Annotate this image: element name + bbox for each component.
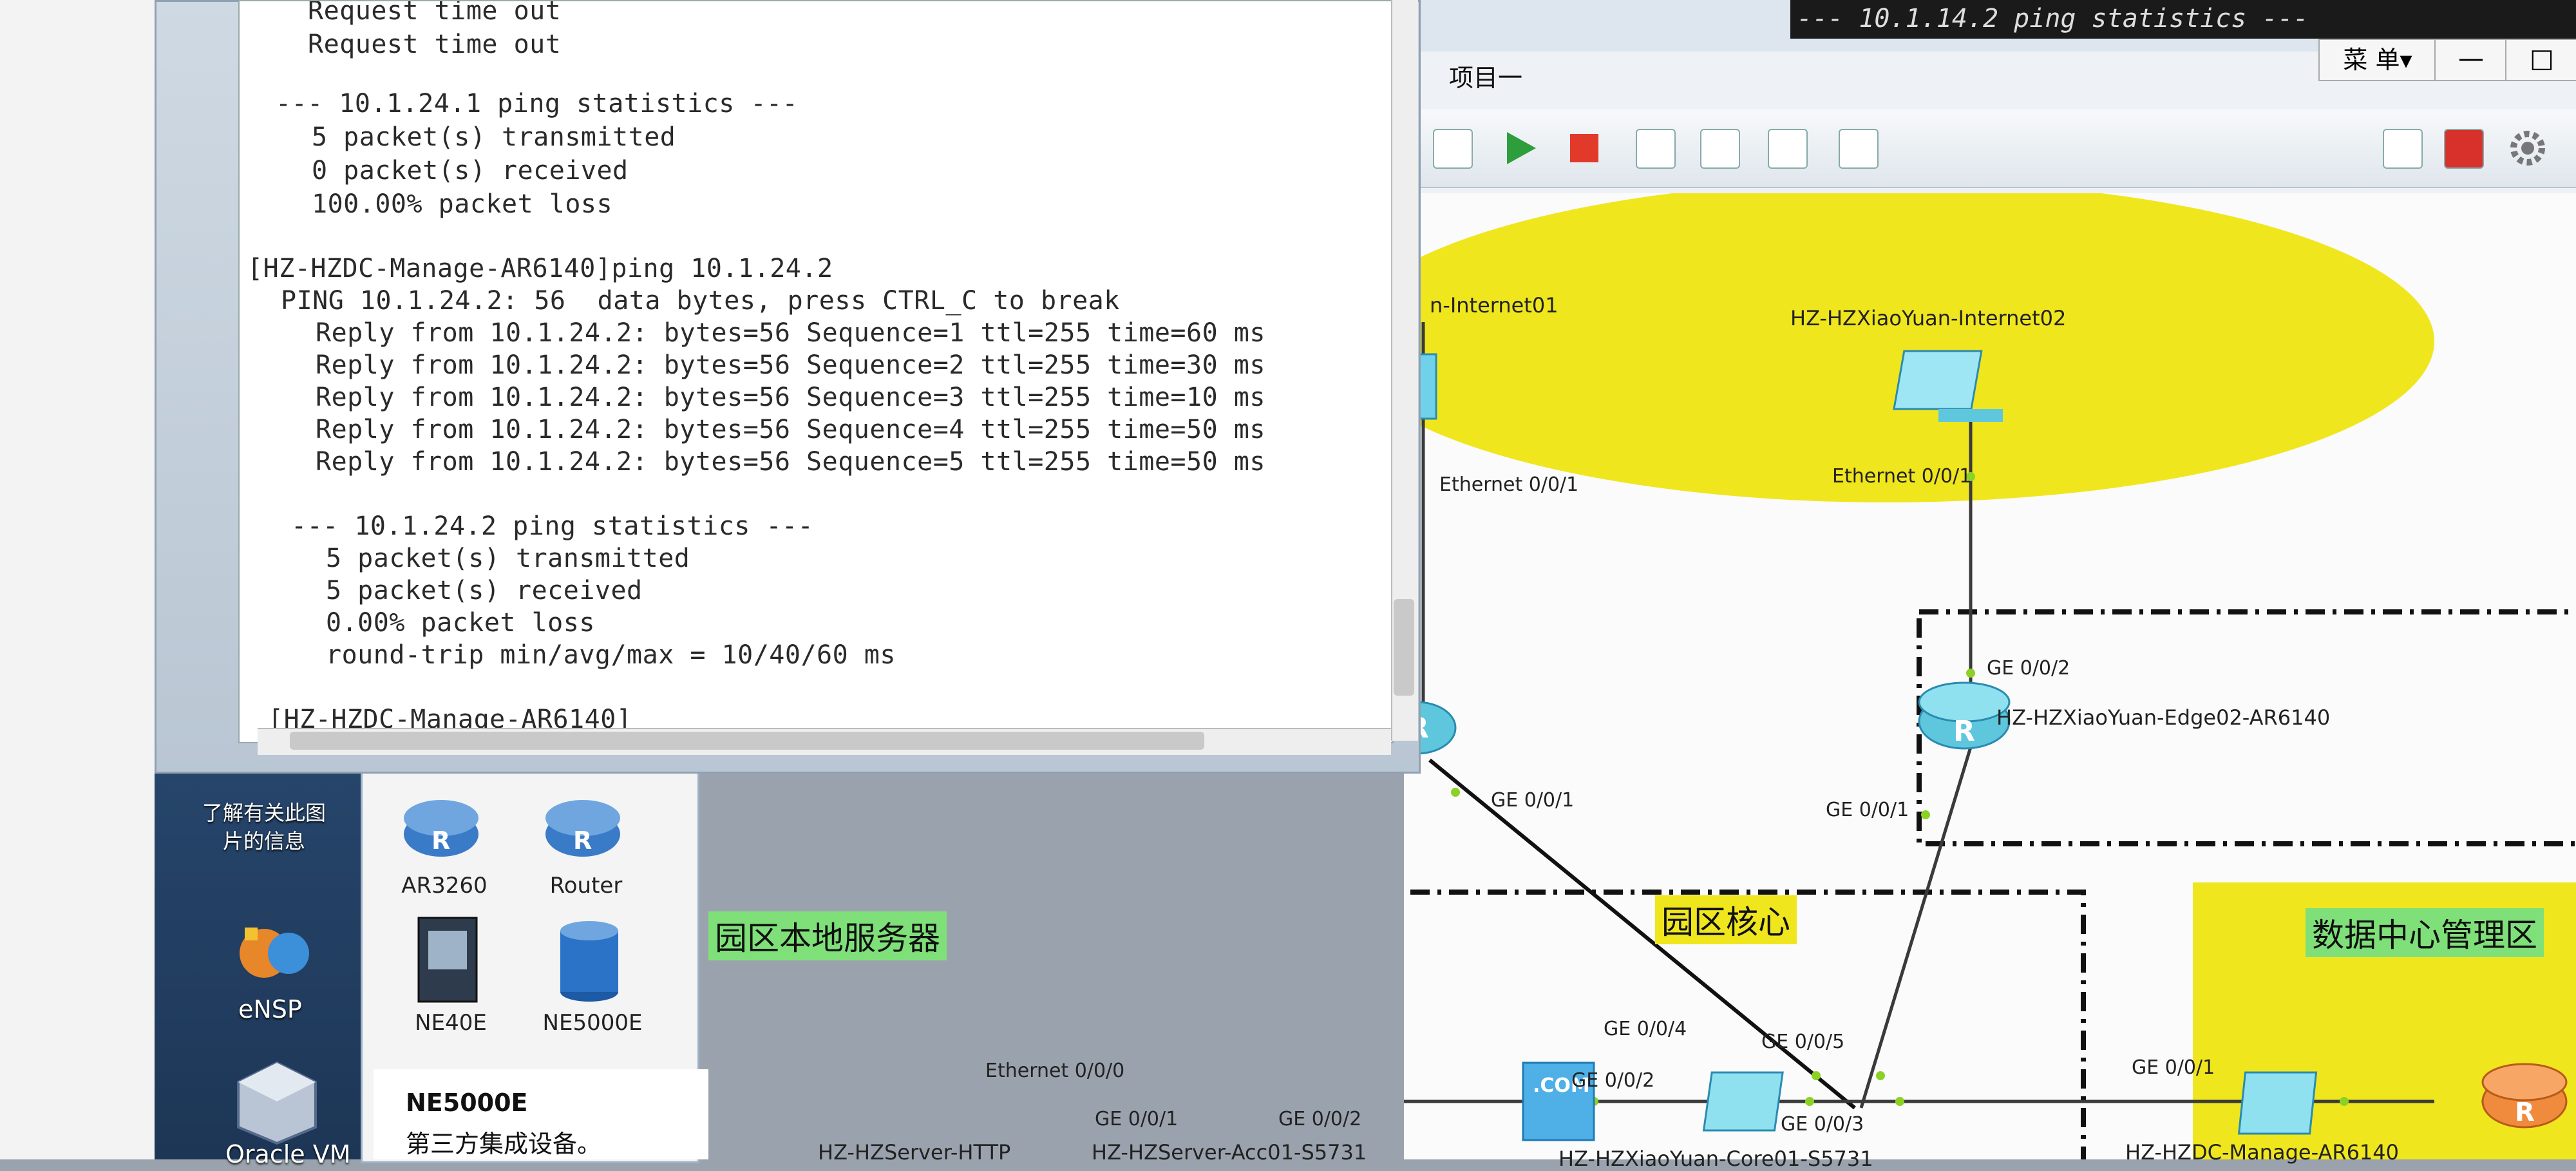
cli-line: [HZ-HZDC-Manage-AR6140]ping 10.1.24.2	[247, 254, 833, 283]
layout-icon[interactable]	[1768, 129, 1808, 169]
port-label: GE 0/0/2	[1571, 1069, 1655, 1092]
core-switch-icon	[2237, 1071, 2318, 1135]
cli-line: Reply from 10.1.24.2: bytes=56 Sequence=…	[316, 447, 1265, 477]
desktop-info-label[interactable]: 了解有关此图片的信息	[193, 799, 335, 855]
port-label: GE 0/0/5	[1761, 1031, 1845, 1053]
cli-line: Reply from 10.1.24.2: bytes=56 Sequence=…	[316, 318, 1265, 348]
server-http-label: HZ-HZServer-HTTP	[818, 1140, 1011, 1165]
cli-horizontal-scroll-thumb[interactable]	[290, 732, 1204, 750]
cli-line: round-trip min/avg/max = 10/40/60 ms	[326, 640, 896, 670]
cli-console[interactable]: Request time out Request time out --- 10…	[238, 0, 1394, 743]
internet01-label: n-Internet01	[1430, 293, 1558, 318]
huawei-icon[interactable]	[2444, 129, 2484, 169]
port-label: Ethernet 0/0/1	[1832, 465, 1972, 488]
edge02-router-icon: R	[1918, 681, 2011, 750]
cli-line: 5 packet(s) received	[326, 576, 643, 605]
dc-router-icon: R	[2481, 1063, 2568, 1128]
gear-icon[interactable]	[2505, 126, 2550, 171]
cli-line: 100.00% packet loss	[312, 189, 613, 219]
cli-line: 5 packet(s) transmitted	[326, 544, 690, 573]
topology-icon[interactable]	[1433, 129, 1473, 169]
port-label: GE 0/0/1	[1095, 1108, 1179, 1130]
core-switch-label: HZ-HZXiaoYuan-Core01-S5731	[1558, 1147, 1873, 1171]
port-label: GE 0/0/1	[1826, 799, 1909, 821]
start-icon[interactable]	[1501, 129, 1539, 167]
internet02-label: HZ-HZXiaoYuan-Internet02	[1790, 306, 2067, 330]
port-label: Ethernet 0/0/0	[985, 1060, 1125, 1082]
ensp-desktop-label: eNSP	[238, 995, 302, 1023]
panel-icon[interactable]	[1839, 129, 1879, 169]
zone-server-title: 园区本地服务器	[708, 911, 947, 960]
cli-line: Reply from 10.1.24.2: bytes=56 Sequence=…	[316, 415, 1265, 444]
sort-icon[interactable]	[1700, 129, 1740, 169]
feedback-icon[interactable]	[2383, 129, 2423, 169]
cli-line: PING 10.1.24.2: 56 data bytes, press CTR…	[281, 286, 1120, 316]
svg-text:R: R	[431, 826, 450, 855]
stop-icon[interactable]	[1568, 132, 1600, 164]
cli-line: 5 packet(s) transmitted	[312, 122, 676, 152]
cli-line: Request time out	[308, 30, 562, 59]
virtualbox-label: Oracle VM	[225, 1140, 351, 1168]
cli-line: --- 10.1.24.2 ping statistics ---	[291, 511, 814, 541]
capture-icon[interactable]	[1636, 129, 1676, 169]
port-label: GE 0/0/3	[1781, 1113, 1864, 1136]
cli-line: --- 10.1.24.1 ping statistics ---	[276, 89, 799, 119]
cli-vertical-scroll-thumb[interactable]	[1394, 599, 1414, 696]
minimize-button[interactable]: —	[2434, 39, 2508, 81]
ensp-desktop-icon[interactable]	[232, 915, 322, 992]
port-label: GE 0/0/2	[1987, 657, 2070, 680]
port-label: GE 0/0/1	[2132, 1056, 2215, 1079]
svg-text:R: R	[573, 826, 592, 855]
dc-router-label: HZ-HZDC-Manage-AR6140	[2125, 1140, 2399, 1165]
device-label: NE5000E	[542, 1010, 643, 1036]
background-cli-text: --- 10.1.14.2 ping statistics ---	[1797, 4, 2309, 33]
edge02-label: HZ-HZXiaoYuan-Edge02-AR6140	[1996, 705, 2331, 730]
router-icon[interactable]: R	[541, 786, 625, 863]
zone-core-title: 园区核心	[1655, 895, 1797, 944]
virtualbox-icon[interactable]	[232, 1056, 322, 1147]
project-tab[interactable]: 项目一	[1449, 58, 1522, 93]
background-cli-window: --- 10.1.14.2 ping statistics ---	[1790, 0, 2576, 39]
acc-switch-label: HZ-HZServer-Acc01-S5731	[1092, 1140, 1367, 1165]
selected-device-title: NE5000E	[406, 1089, 528, 1117]
port-label: Ethernet 0/0/1	[1439, 473, 1579, 496]
device-label: Router	[549, 873, 623, 899]
zone-dc-title: 数据中心管理区	[2306, 908, 2544, 957]
cli-line: Request time out	[308, 0, 562, 26]
maximize-button[interactable]: □	[2505, 39, 2576, 81]
port-label: GE 0/0/4	[1604, 1018, 1687, 1040]
device-label: NE40E	[415, 1010, 487, 1036]
access-switch-icon	[1702, 1071, 1784, 1132]
device-label: AR3260	[401, 873, 488, 899]
selected-device-desc: 第三方集成设备。	[406, 1130, 602, 1158]
ne5000e-icon[interactable]	[554, 915, 625, 1005]
ne40e-icon[interactable]	[412, 915, 483, 1005]
cli-line: 0 packet(s) received	[312, 156, 629, 186]
svg-text:R: R	[1953, 715, 1975, 748]
cli-line: Reply from 10.1.24.2: bytes=56 Sequence=…	[316, 383, 1265, 412]
menu-button[interactable]: 菜 单▾	[2318, 39, 2437, 81]
port-label: GE 0/0/1	[1491, 789, 1575, 812]
desktop-pale-strip	[0, 0, 155, 1159]
internet-zone	[1404, 193, 2434, 502]
cli-line: 0.00% packet loss	[326, 608, 595, 638]
router-icon[interactable]: R	[399, 786, 483, 863]
svg-text:R: R	[2515, 1098, 2535, 1127]
port-label: GE 0/0/2	[1278, 1108, 1362, 1130]
cli-line: Reply from 10.1.24.2: bytes=56 Sequence=…	[316, 350, 1265, 380]
